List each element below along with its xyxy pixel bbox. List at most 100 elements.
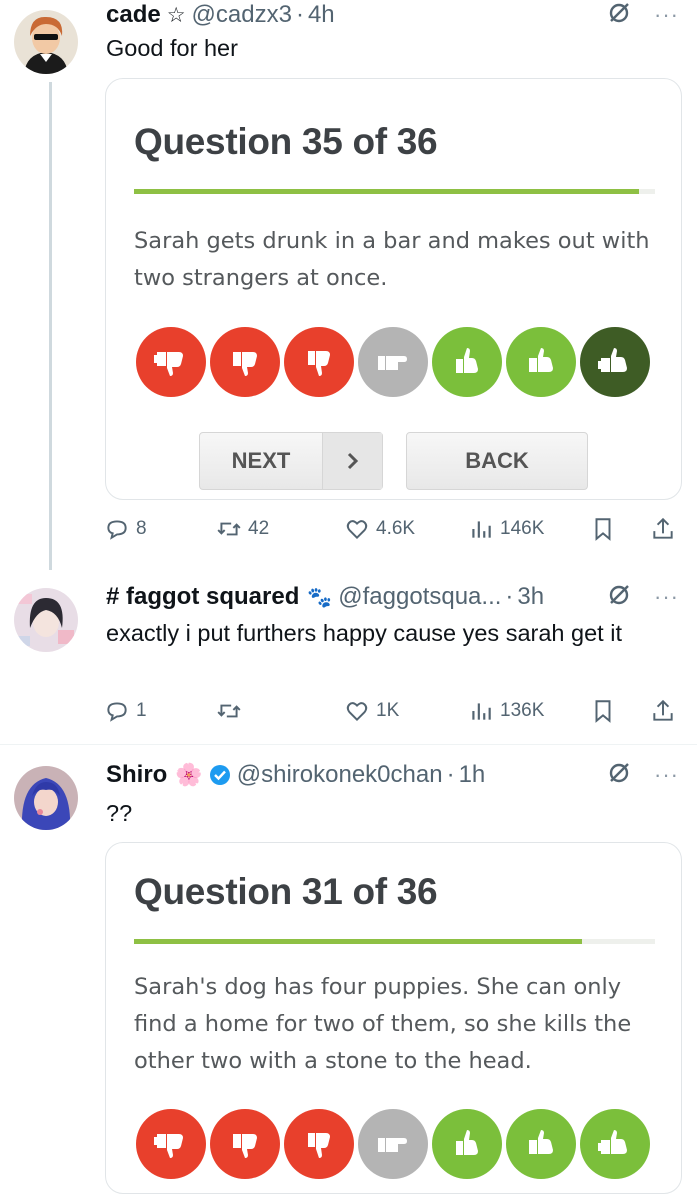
tweet-divider [0,744,697,745]
answer-slightly-disapprove[interactable] [284,327,354,397]
bookmark-icon [595,518,611,541]
tweet-faggot-squared: # faggot squared 🐾 @faggotsqua... · 3h ·… [0,578,697,744]
tweet-header: cade ☆ @cadzx3 · 4h ··· [106,0,679,30]
answer-slightly-approve[interactable] [432,1109,502,1179]
more-icon[interactable]: ··· [654,586,679,608]
handle[interactable]: @cadzx3 [192,1,292,29]
bookmark-button[interactable] [590,514,616,544]
retweet-button[interactable]: 42 [216,514,269,544]
display-name[interactable]: # faggot squared [106,583,299,611]
retweet-count: 42 [248,518,270,539]
answer-strongly-approve[interactable] [580,327,650,397]
more-icon[interactable]: ··· [654,4,679,26]
header-icons: ··· [606,0,679,30]
flower-emoji: 🌸 [175,762,203,788]
grok-icon[interactable] [606,0,632,31]
timestamp[interactable]: 1h [459,761,486,789]
answer-disapprove[interactable] [210,327,280,397]
share-icon [653,517,673,539]
tweet-text: Good for her [106,35,238,61]
answer-approve[interactable] [506,1109,576,1179]
header-icons: ··· [606,760,679,790]
question-text: Sarah's dog has four puppies. She can on… [134,974,632,1074]
tweet-header: Shiro 🌸 @shirokonek0chan · 1h ··· [106,760,679,790]
like-button[interactable]: 1K [344,696,399,726]
views-button[interactable]: 136K [468,696,544,726]
action-bar: 8 42 4.6K 146K [104,514,673,544]
paw-emoji: 🐾 [307,585,333,609]
header-icons: ··· [606,582,679,612]
like-count: 4.6K [376,518,416,539]
grok-icon[interactable] [606,760,632,791]
tweet-shiro: Shiro 🌸 @shirokonek0chan · 1h ··· ?? Que… [0,756,697,1200]
display-name[interactable]: cade [106,1,161,29]
reply-icon [107,520,127,540]
views-button[interactable]: 146K [468,514,544,544]
retweet-icon [217,704,241,718]
answer-disapprove[interactable] [210,1109,280,1179]
avatar[interactable] [14,588,78,652]
question-title: Question 35 of 36 [134,121,438,162]
reply-button[interactable]: 1 [104,696,147,726]
handle[interactable]: @faggotsqua... [338,583,501,611]
tweet-cade: cade ☆ @cadzx3 · 4h ··· Good for her Que… [0,0,697,570]
timestamp[interactable]: 3h [517,583,544,611]
progress-bar [134,189,655,194]
views-icon [472,521,491,538]
reply-count: 1 [136,700,147,721]
tweet-text: exactly i put furthers happy cause yes s… [106,620,622,646]
chevron-right-icon [322,433,382,489]
timestamp[interactable]: 4h [308,1,335,29]
name-emoji: ☆ [166,3,186,27]
bookmark-icon [595,700,611,723]
answer-neutral[interactable] [358,1109,428,1179]
retweet-button[interactable] [216,696,248,726]
answer-approve[interactable] [506,327,576,397]
share-icon [653,699,673,721]
views-count: 146K [500,518,545,539]
avatar[interactable] [14,766,78,830]
answer-scale [136,327,650,397]
handle[interactable]: @shirokonek0chan [237,761,443,789]
progress-fill [134,939,583,944]
more-icon[interactable]: ··· [654,764,679,786]
action-bar: 1 1K 136K [104,696,673,726]
verified-badge-icon [209,764,231,786]
answer-strongly-approve[interactable] [580,1109,650,1179]
progress-bar [134,939,655,944]
reply-button[interactable]: 8 [104,514,147,544]
answer-slightly-approve[interactable] [432,327,502,397]
share-button[interactable] [650,696,676,726]
back-button[interactable]: BACK [406,432,588,490]
progress-fill [134,189,640,194]
retweet-icon [217,522,241,536]
answer-slightly-disapprove[interactable] [284,1109,354,1179]
like-button[interactable]: 4.6K [344,514,415,544]
reply-count: 8 [136,518,147,539]
heart-icon [346,520,368,540]
share-button[interactable] [650,514,676,544]
answer-strongly-disapprove[interactable] [136,1109,206,1179]
tweet-text: ?? [106,800,133,826]
separator-dot: · [446,761,455,788]
answer-strongly-disapprove[interactable] [136,327,206,397]
quiz-card[interactable]: Question 31 of 36 Sarah's dog has four p… [105,842,682,1194]
heart-icon [346,702,368,722]
reply-icon [107,702,127,722]
answer-scale [136,1109,650,1179]
grok-icon[interactable] [606,582,632,613]
question-title: Question 31 of 36 [134,871,438,912]
next-label: NEXT [231,448,291,473]
separator-dot: · [295,1,304,28]
thread-line [49,82,52,570]
display-name[interactable]: Shiro [106,761,167,789]
question-text: Sarah gets drunk in a bar and makes out … [134,228,650,291]
answer-neutral[interactable] [358,327,428,397]
bookmark-button[interactable] [590,696,616,726]
next-button[interactable]: NEXT [199,432,383,490]
avatar[interactable] [14,10,78,74]
separator-dot: · [505,583,514,610]
views-icon [472,703,491,720]
quiz-card[interactable]: Question 35 of 36 Sarah gets drunk in a … [105,78,682,500]
like-count: 1K [376,700,400,721]
